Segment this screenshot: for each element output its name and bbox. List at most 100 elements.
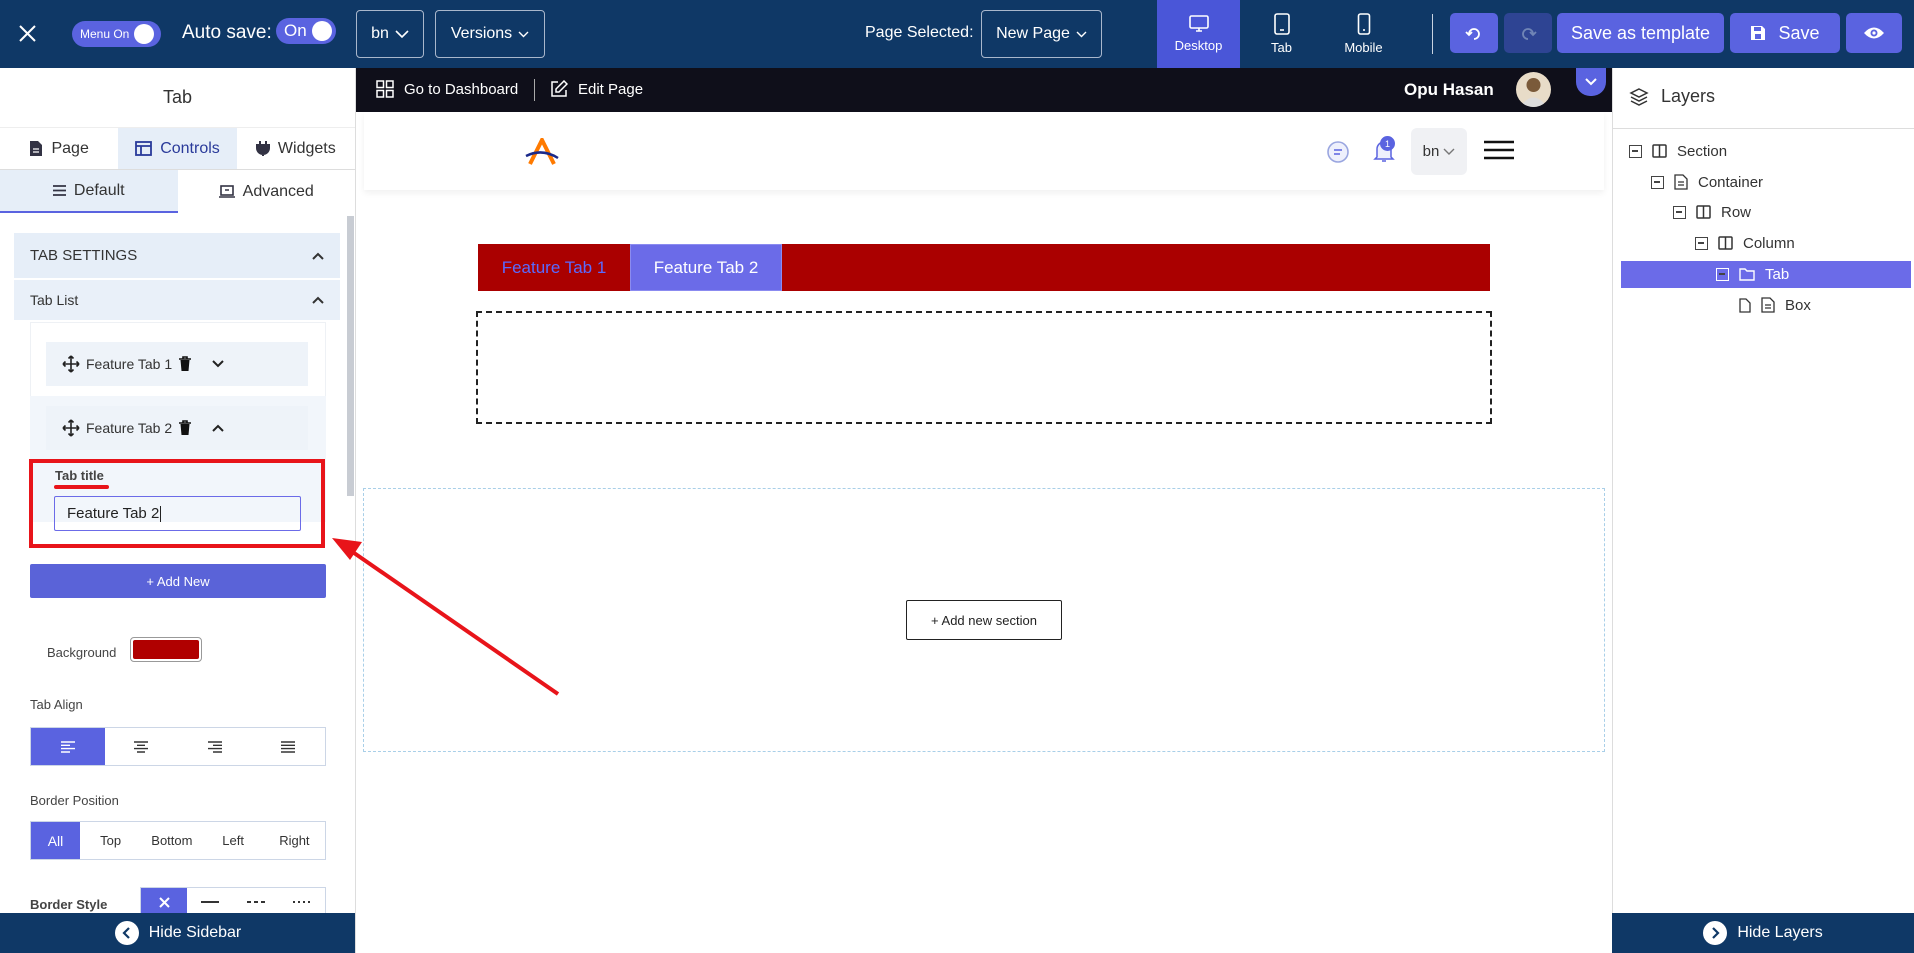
device-label: Desktop bbox=[1174, 38, 1223, 53]
chevron-down-icon[interactable] bbox=[212, 360, 224, 368]
layer-column[interactable]: Column bbox=[1695, 230, 1795, 256]
subtab-advanced[interactable]: Advanced bbox=[178, 170, 356, 213]
collapse-icon[interactable] bbox=[1716, 267, 1729, 281]
tab-widgets[interactable]: Widgets bbox=[237, 128, 355, 169]
hide-sidebar-label: Hide Sidebar bbox=[148, 924, 242, 941]
hide-layers-button[interactable]: Hide Layers bbox=[1612, 913, 1914, 953]
tab-label: Controls bbox=[160, 139, 220, 157]
undo-button[interactable] bbox=[1450, 13, 1498, 53]
tab-list-header[interactable]: Tab List bbox=[14, 280, 340, 320]
chevron-down-icon bbox=[1076, 31, 1087, 38]
menu-toggle[interactable]: Menu On bbox=[72, 21, 161, 47]
tab-controls[interactable]: Controls bbox=[118, 128, 237, 169]
save-template-label: Save as template bbox=[1570, 22, 1711, 43]
layer-tab[interactable]: Tab bbox=[1716, 261, 1789, 287]
layer-box[interactable]: Box bbox=[1739, 292, 1811, 318]
panel-tabs: Page Controls Widgets bbox=[0, 128, 355, 170]
feature-tab-2-label: Feature Tab 2 bbox=[653, 257, 759, 277]
preview-button[interactable] bbox=[1846, 13, 1902, 53]
tab-list-item-1[interactable]: Feature Tab 1 bbox=[46, 342, 308, 386]
border-style-none[interactable] bbox=[141, 888, 187, 916]
trash-icon[interactable] bbox=[178, 356, 192, 372]
save-button[interactable]: Save bbox=[1730, 13, 1840, 53]
versions-dropdown[interactable]: Versions bbox=[435, 10, 545, 58]
hide-layers-label: Hide Layers bbox=[1737, 924, 1823, 941]
layer-section[interactable]: Section bbox=[1629, 138, 1727, 164]
redo-button[interactable] bbox=[1504, 13, 1552, 53]
align-center-icon bbox=[133, 740, 149, 753]
add-new-button[interactable]: + Add New bbox=[30, 564, 326, 598]
collapse-icon[interactable] bbox=[1651, 175, 1664, 189]
page-select[interactable]: New Page bbox=[981, 10, 1102, 58]
border-position-top[interactable]: Top bbox=[80, 822, 141, 859]
trash-icon[interactable] bbox=[178, 420, 192, 436]
align-left-icon bbox=[60, 740, 76, 753]
chevron-up-icon[interactable] bbox=[212, 424, 224, 432]
save-as-template-button[interactable]: Save as template bbox=[1557, 13, 1724, 53]
feature-tab-1[interactable]: Feature Tab 1 bbox=[478, 244, 630, 291]
collapse-icon[interactable] bbox=[1629, 144, 1642, 158]
site-language-select[interactable]: bn bbox=[1411, 128, 1467, 175]
device-mobile-button[interactable]: Mobile bbox=[1322, 0, 1405, 68]
layer-row[interactable]: Row bbox=[1673, 199, 1751, 225]
collapse-admin-button[interactable] bbox=[1576, 68, 1606, 96]
feature-tab-2[interactable]: Feature Tab 2 bbox=[630, 244, 782, 291]
tab-page[interactable]: Page bbox=[0, 128, 118, 169]
layer-label: Box bbox=[1785, 296, 1811, 314]
border-position-left[interactable]: Left bbox=[203, 822, 264, 859]
go-to-dashboard-link[interactable]: Go to Dashboard bbox=[376, 80, 518, 98]
add-new-label: + Add New bbox=[146, 573, 210, 589]
border-style-dotted[interactable] bbox=[279, 888, 325, 916]
redo-icon bbox=[1519, 24, 1537, 42]
user-name[interactable]: Opu Hasan bbox=[1404, 80, 1494, 100]
drag-move-icon[interactable] bbox=[62, 419, 80, 437]
border-position-all[interactable]: All bbox=[31, 822, 80, 859]
auto-save-toggle[interactable]: On bbox=[276, 18, 336, 44]
border-position-right[interactable]: Right bbox=[264, 822, 325, 859]
layer-container[interactable]: Container bbox=[1651, 169, 1763, 195]
border-style-dashed[interactable] bbox=[233, 888, 279, 916]
tab-list-item-2[interactable]: Feature Tab 2 bbox=[46, 406, 308, 450]
site-logo[interactable] bbox=[524, 138, 560, 166]
layer-label: Section bbox=[1677, 142, 1728, 160]
align-center-button[interactable] bbox=[105, 728, 179, 765]
layer-label: Container bbox=[1698, 173, 1764, 191]
collapse-icon[interactable] bbox=[1673, 205, 1686, 219]
drag-move-icon[interactable] bbox=[62, 355, 80, 373]
border-style-solid[interactable] bbox=[187, 888, 233, 916]
tab-label: Page bbox=[51, 139, 89, 157]
background-color-swatch[interactable] bbox=[130, 637, 202, 662]
admin-bar: Go to Dashboard Edit Page Opu Hasan bbox=[356, 68, 1612, 112]
align-left-button[interactable] bbox=[31, 728, 105, 765]
border-position-group: All Top Bottom Left Right bbox=[30, 821, 326, 860]
edit-page-link[interactable]: Edit Page bbox=[550, 80, 643, 98]
layers-divider bbox=[1613, 128, 1914, 129]
close-icon[interactable] bbox=[18, 24, 37, 43]
border-position-bottom[interactable]: Bottom bbox=[141, 822, 202, 859]
align-justify-button[interactable] bbox=[252, 728, 326, 765]
align-right-button[interactable] bbox=[178, 728, 252, 765]
tab-content-box[interactable] bbox=[476, 311, 1492, 424]
device-tab-button[interactable]: Tab bbox=[1240, 0, 1323, 68]
layers-header: Layers bbox=[1629, 86, 1715, 107]
chevron-down-icon bbox=[395, 29, 409, 39]
dashboard-label: Go to Dashboard bbox=[404, 80, 519, 98]
chevron-right-icon bbox=[1703, 921, 1728, 945]
hide-sidebar-button[interactable]: Hide Sidebar bbox=[0, 913, 355, 953]
avatar[interactable] bbox=[1516, 72, 1551, 107]
top-toolbar: Menu On Auto save: On bn Versions Page S… bbox=[0, 0, 1914, 68]
chevron-down-icon bbox=[1443, 148, 1455, 155]
tab-settings-header[interactable]: TAB SETTINGS bbox=[14, 233, 340, 278]
collapse-icon[interactable] bbox=[1695, 236, 1708, 250]
tab-title-input[interactable]: Feature Tab 2 bbox=[54, 496, 301, 531]
subtab-default[interactable]: Default bbox=[0, 170, 178, 213]
panel-scrollbar[interactable] bbox=[347, 216, 354, 496]
panel-title: Tab bbox=[0, 68, 355, 128]
chat-icon[interactable] bbox=[1326, 140, 1350, 164]
hamburger-menu-icon[interactable] bbox=[1484, 140, 1514, 160]
add-new-section-button[interactable]: + Add new section bbox=[906, 600, 1062, 640]
save-icon bbox=[1750, 25, 1766, 41]
device-desktop-button[interactable]: Desktop bbox=[1157, 0, 1240, 68]
subtab-label: Advanced bbox=[242, 182, 314, 200]
language-select[interactable]: bn bbox=[356, 10, 424, 58]
